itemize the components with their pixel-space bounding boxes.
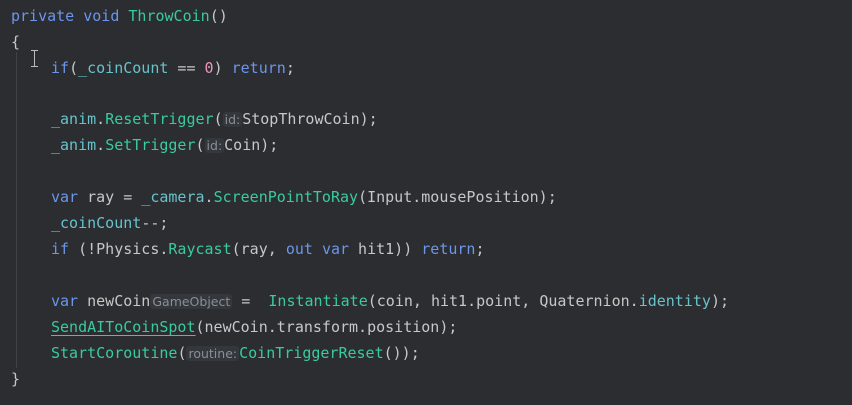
type-hint: GameObject (150, 294, 233, 309)
arguments: (coin, hit1.point, Quaternion. (367, 292, 639, 310)
field-anim: _anim (51, 136, 97, 154)
open-brace-line[interactable]: { (11, 29, 20, 55)
semicolon: ; (475, 240, 485, 258)
keyword-var: var (51, 292, 79, 310)
keyword-return: return (421, 240, 476, 258)
method-send-ai-to-coin-spot[interactable]: SendAIToCoinSpot (51, 318, 196, 336)
keyword-void: void (83, 7, 120, 25)
keyword-private: private (11, 7, 75, 25)
field-camera: _camera (141, 188, 205, 206)
property-identity: identity (638, 292, 711, 310)
line-end: ); (359, 110, 378, 128)
code-line-2[interactable]: _anim.ResetTrigger(id: StopThrowCoin); (51, 106, 378, 132)
code-text: hit1)) (349, 240, 422, 258)
paren: ( (195, 136, 205, 154)
keyword-if: if (51, 240, 70, 258)
signature-parens: () (209, 7, 228, 25)
semicolon: ; (285, 59, 295, 77)
number-literal: 0 (204, 59, 214, 77)
parameter-hint: id: (222, 112, 243, 127)
code-text: (!Physics. (69, 240, 169, 258)
indent-guide (16, 52, 17, 368)
arguments: (newCoin.transform.position); (195, 318, 458, 336)
paren: ( (213, 110, 223, 128)
method-name: ThrowCoin (128, 7, 210, 25)
assign: = (232, 292, 269, 310)
decrement: --; (141, 214, 169, 232)
method-start-coroutine: StartCoroutine (51, 344, 178, 362)
method-raycast: Raycast (168, 240, 232, 258)
code-line-9[interactable]: StartCoroutine(routine: CoinTriggerReset(… (51, 340, 420, 366)
keyword-out: out (285, 240, 313, 258)
code-editor[interactable]: private void ThrowCoin() { if(_coinCount… (0, 0, 852, 405)
code-line-5[interactable]: _coinCount--; (51, 210, 168, 236)
argument: StopThrowCoin (242, 110, 360, 128)
dot: . (96, 136, 106, 154)
field-coin-count: _coinCount (51, 214, 142, 232)
arguments: (Input.mousePosition); (358, 188, 557, 206)
parameter-hint: id: (204, 138, 225, 153)
method-instantiate: Instantiate (268, 292, 368, 310)
code-text: (ray, (231, 240, 286, 258)
method-signature-line[interactable]: private void ThrowCoin() (11, 3, 228, 29)
code-line-1[interactable]: if(_coinCount == 0) return; (51, 55, 295, 81)
argument: Coin (224, 136, 261, 154)
dot: . (204, 188, 214, 206)
keyword-return: return (231, 59, 286, 77)
method-reset-trigger: ResetTrigger (105, 110, 214, 128)
field-coin-count: _coinCount (78, 59, 169, 77)
line-end: ); (260, 136, 279, 154)
keyword-if: if (51, 59, 70, 77)
paren: ( (69, 59, 79, 77)
open-brace: { (11, 33, 21, 51)
code-line-4[interactable]: var ray = _camera.ScreenPointToRay(Input… (51, 184, 557, 210)
method-coin-trigger-reset: CoinTriggerReset (239, 344, 384, 362)
parameter-hint: routine: (186, 346, 240, 361)
line-end: ); (710, 292, 729, 310)
code-line-7[interactable]: var newCoin GameObject = Instantiate(coin… (51, 288, 729, 314)
operator: == (168, 59, 205, 77)
code-line-8[interactable]: SendAIToCoinSpot(newCoin.transform.posit… (51, 314, 457, 340)
variable-ray: ray = (78, 188, 142, 206)
variable-new-coin: newCoin (78, 292, 151, 310)
code-line-6[interactable]: if (!Physics.Raycast(ray, out var hit1))… (51, 236, 485, 262)
code-line-3[interactable]: _anim.SetTrigger(id: Coin); (51, 132, 278, 158)
close-brace: } (11, 370, 21, 388)
dot: . (96, 110, 106, 128)
method-set-trigger: SetTrigger (105, 136, 196, 154)
line-end: ()); (383, 344, 420, 362)
text-cursor-icon (31, 50, 39, 67)
close-brace-line[interactable]: } (11, 366, 20, 392)
field-anim: _anim (51, 110, 97, 128)
keyword-var: var (51, 188, 79, 206)
keyword-var: var (321, 240, 350, 258)
paren: ) (213, 59, 232, 77)
method-screen-point-to-ray: ScreenPointToRay (213, 188, 359, 206)
